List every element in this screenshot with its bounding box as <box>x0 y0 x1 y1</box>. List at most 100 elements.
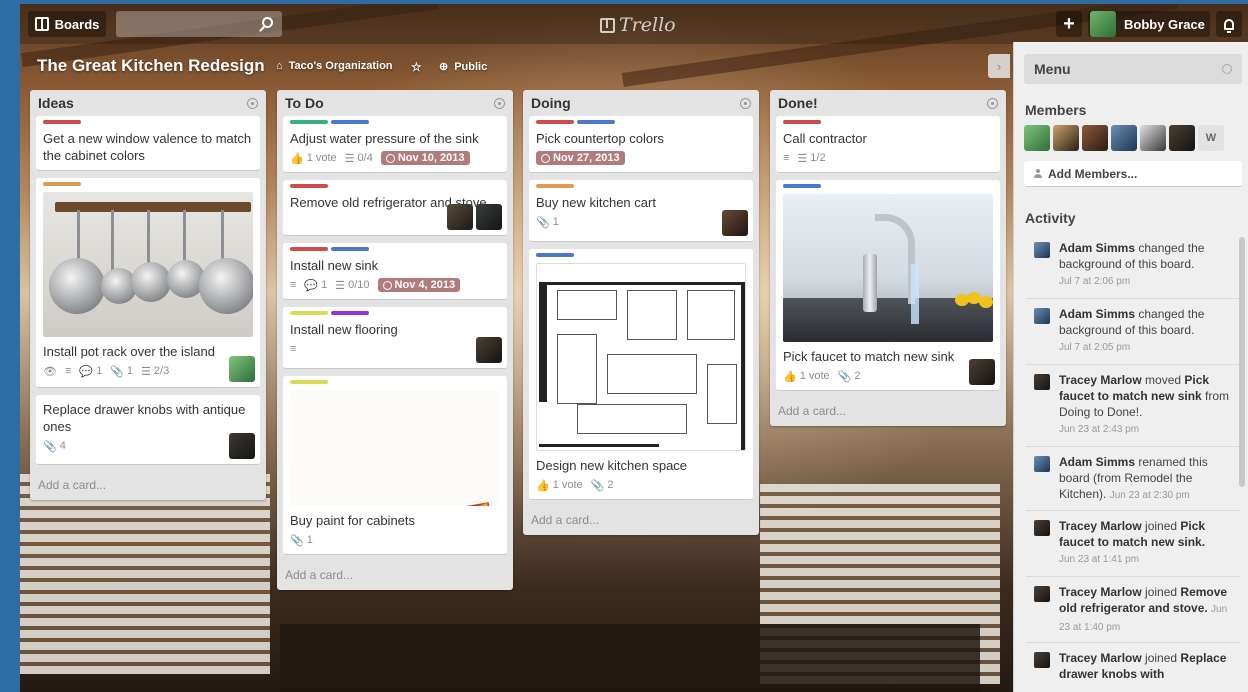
menu-header: Menu <box>1024 54 1242 84</box>
avatar[interactable] <box>1034 242 1050 258</box>
avatar[interactable] <box>1034 374 1050 390</box>
list-menu-icon[interactable] <box>247 97 258 109</box>
avatar[interactable] <box>1034 586 1050 602</box>
avatar[interactable] <box>1111 125 1137 151</box>
avatar[interactable] <box>476 337 502 363</box>
avatar[interactable] <box>1082 125 1108 151</box>
kitchen-counter <box>280 624 980 692</box>
window-blinds <box>20 474 270 674</box>
list-title[interactable]: Done! <box>778 95 818 111</box>
card[interactable]: Get a new window valence to match the ca… <box>36 116 260 171</box>
avatar[interactable] <box>1169 125 1195 151</box>
add-card-link[interactable]: Add a card... <box>776 398 1000 426</box>
avatar[interactable] <box>447 204 473 230</box>
activity-time[interactable]: Jun 23 at 2:43 pm <box>1059 424 1139 435</box>
card-title: Install new flooring <box>290 322 398 337</box>
activity-time[interactable]: Jun 23 at 2:30 pm <box>1110 490 1190 501</box>
clock-icon <box>385 153 395 163</box>
avatar[interactable] <box>1034 652 1050 668</box>
star-icon[interactable]: ☆ <box>411 60 422 74</box>
notifications-button[interactable] <box>1216 11 1242 37</box>
card[interactable]: Adjust water pressure of the sink 👍 1 vot… <box>283 116 507 173</box>
gear-icon[interactable] <box>1222 64 1232 74</box>
activity-user[interactable]: Tracey Marlow <box>1059 651 1142 665</box>
activity-item: Tracey Marlow moved Pick faucet to match… <box>1034 372 1232 438</box>
card[interactable]: Pick countertop colors Nov 27, 2013 <box>529 116 753 173</box>
search-icon[interactable] <box>262 17 273 28</box>
checklist-badge: ☰ 0/10 <box>335 279 370 292</box>
card[interactable]: Buy new kitchen cart 📎 1 <box>529 180 753 242</box>
collapse-menu-button[interactable]: › <box>988 54 1010 78</box>
card[interactable]: Design new kitchen space 👍 1 vote 📎 2 <box>529 249 753 500</box>
card[interactable]: Buy paint for cabinets 📎 1 <box>283 376 507 555</box>
boards-button[interactable]: Boards <box>28 11 106 37</box>
activity-time[interactable]: Jul 7 at 2:05 pm <box>1059 342 1130 353</box>
activity-user[interactable]: Tracey Marlow <box>1059 585 1142 599</box>
board-menu-panel: Menu Members W Add Members... Activity A… <box>1013 42 1248 692</box>
label-orange <box>536 184 574 188</box>
avatar[interactable] <box>1053 125 1079 151</box>
add-card-link[interactable]: Add a card... <box>36 472 260 500</box>
avatar[interactable] <box>229 356 255 382</box>
card[interactable]: Install new sink ≡ 💬 1 ☰ 0/10 Nov 4, 2013 <box>283 243 507 300</box>
building-icon: ⌂ <box>276 60 283 72</box>
card[interactable]: Call contractor ≡ ☰ 1/2 <box>776 116 1000 173</box>
trello-logo[interactable]: Trello <box>600 14 676 36</box>
avatar[interactable] <box>1034 520 1050 536</box>
add-card-link[interactable]: Add a card... <box>283 562 507 590</box>
label-red <box>290 184 328 188</box>
label-red <box>290 247 328 251</box>
avatar[interactable] <box>1034 308 1050 324</box>
activity-text: joined <box>1141 519 1181 533</box>
activity-scrollbar[interactable] <box>1239 237 1245 487</box>
vote-badge: 👍 1 vote <box>290 152 337 165</box>
activity-user[interactable]: Adam Simms <box>1059 307 1135 321</box>
avatar[interactable] <box>1024 125 1050 151</box>
paint-swatches-image <box>301 502 499 506</box>
avatar[interactable]: W <box>1198 125 1224 151</box>
activity-time[interactable]: Jul 7 at 2:06 pm <box>1059 276 1130 287</box>
avatar[interactable] <box>476 204 502 230</box>
search-input[interactable] <box>116 11 282 37</box>
activity-user[interactable]: Adam Simms <box>1059 455 1135 469</box>
add-members-button[interactable]: Add Members... <box>1024 161 1242 187</box>
activity-user[interactable]: Tracey Marlow <box>1059 373 1142 387</box>
avatar[interactable] <box>229 433 255 459</box>
list-menu-icon[interactable] <box>987 97 998 109</box>
avatar[interactable] <box>969 359 995 385</box>
activity-user[interactable]: Tracey Marlow <box>1059 519 1142 533</box>
card[interactable]: Replace drawer knobs with antique ones 📎… <box>36 395 260 465</box>
card-badges: Nov 27, 2013 <box>536 150 746 166</box>
list-title[interactable]: To Do <box>285 95 324 111</box>
list-title[interactable]: Ideas <box>38 95 74 111</box>
list-menu-icon[interactable] <box>494 97 505 109</box>
card[interactable]: Install new flooring ≡ <box>283 307 507 369</box>
card-badges: 👁 ≡ 💬 1 📎 1 ☰ 2/3 <box>43 363 253 379</box>
activity-time[interactable]: Jun 23 at 1:41 pm <box>1059 554 1139 565</box>
card-title: Design new kitchen space <box>536 458 688 473</box>
activity-text: joined <box>1141 651 1181 665</box>
comment-badge: 💬 1 <box>304 279 328 292</box>
add-card-link[interactable]: Add a card... <box>529 507 753 535</box>
avatar[interactable] <box>722 210 748 236</box>
card[interactable]: Remove old refrigerator and stove <box>283 180 507 236</box>
description-icon: ≡ <box>783 152 790 164</box>
avatar[interactable] <box>1034 456 1050 472</box>
list-title[interactable]: Doing <box>531 95 571 111</box>
board-organization[interactable]: ⌂ Taco's Organization <box>276 60 393 72</box>
activity-user[interactable]: Adam Simms <box>1059 241 1135 255</box>
list-menu-icon[interactable] <box>740 97 751 109</box>
avatar[interactable] <box>1140 125 1166 151</box>
attachment-badge: 📎 1 <box>536 216 559 229</box>
add-members-label: Add Members... <box>1048 166 1138 181</box>
user-menu-button[interactable]: Bobby Grace <box>1088 11 1210 37</box>
board-visibility[interactable]: ⊕ Public <box>439 60 487 74</box>
card[interactable]: Pick faucet to match new sink 👍 1 vote 📎 2 <box>776 180 1000 391</box>
label-purple <box>331 311 369 315</box>
add-button[interactable]: + <box>1056 11 1082 37</box>
user-name: Bobby Grace <box>1124 16 1205 32</box>
label-yellow <box>290 380 328 384</box>
attachment-badge: 📎 4 <box>43 440 66 453</box>
board-title[interactable]: The Great Kitchen Redesign <box>37 56 265 76</box>
card[interactable]: Install pot rack over the island 👁 ≡ 💬 1 … <box>36 178 260 388</box>
